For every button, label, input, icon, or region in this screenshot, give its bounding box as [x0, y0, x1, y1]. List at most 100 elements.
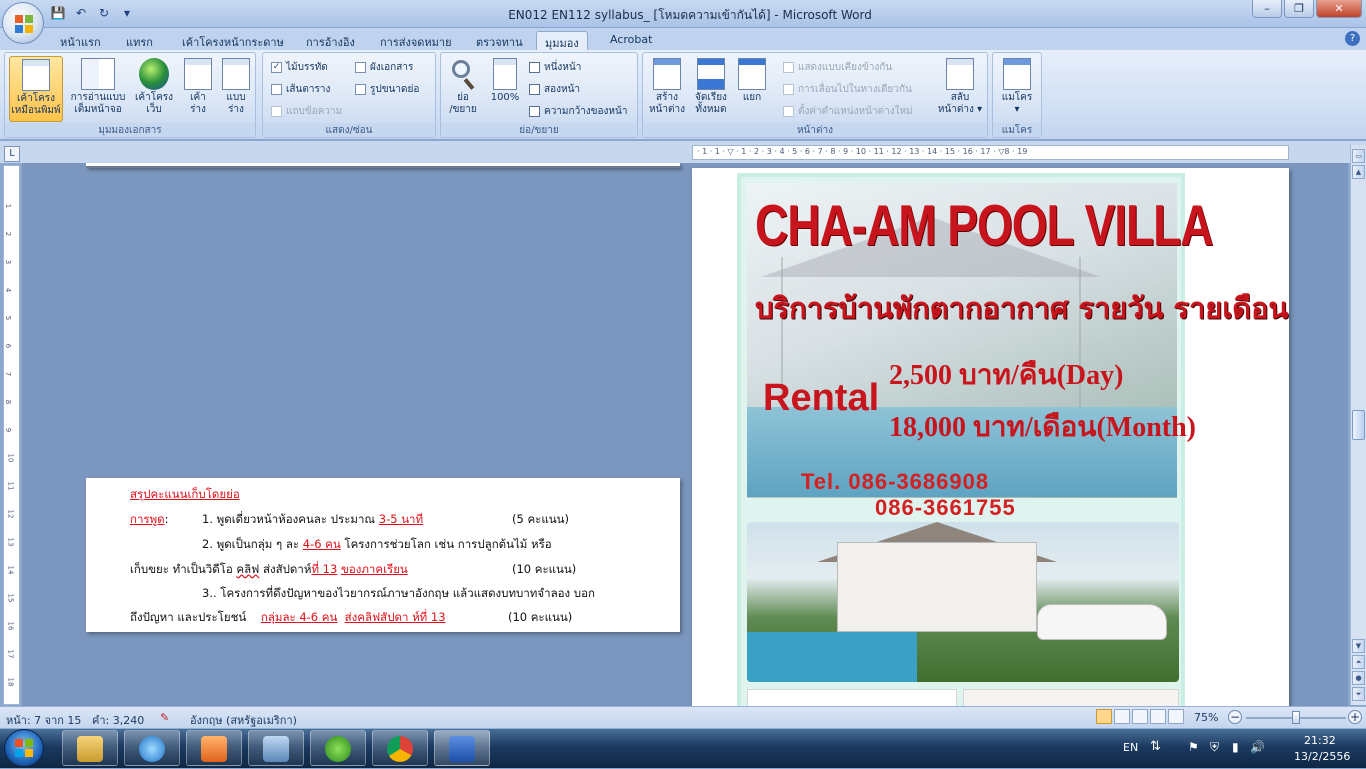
scroll-up-button[interactable]: ▲ — [1352, 165, 1365, 179]
red-text: ที่ 13 — [311, 562, 338, 576]
taskbar-utorrent[interactable] — [310, 730, 366, 766]
full-screen-reading-button[interactable]: การอ่านแบบ เต็มหน้าจอ — [67, 56, 129, 122]
minimize-button[interactable]: – — [1252, 0, 1282, 18]
outline-icon — [184, 58, 212, 90]
taskbar-chrome[interactable] — [372, 730, 428, 766]
message-bar-checkbox[interactable]: แถบข้อความ — [271, 103, 342, 119]
line-text: 2. พูดเป็นกลุ่ม ๆ ละ — [202, 537, 300, 551]
draft-icon[interactable] — [1168, 709, 1184, 724]
tab-insert[interactable]: แทรก — [118, 31, 161, 50]
undo-icon[interactable]: ↶ — [71, 4, 91, 22]
document-page-left[interactable]: สรุปคะแนนเก็บโดยย่อ การพูด: 1. พูดเดี่ยว… — [86, 478, 680, 632]
tab-view[interactable]: มุมมอง — [536, 31, 588, 50]
help-icon[interactable]: ? — [1345, 31, 1360, 46]
zoom-level[interactable]: 75% — [1194, 711, 1218, 724]
close-button[interactable]: ✕ — [1316, 0, 1362, 18]
horizontal-ruler[interactable]: · 1 · 1 · ▽ · 1 · 2 · 3 · 4 · 5 · 6 · 7 … — [692, 145, 1289, 160]
zoom-slider-thumb[interactable] — [1292, 711, 1300, 724]
antivirus-icon[interactable]: ⛨ — [1210, 740, 1219, 755]
zoom-in-button[interactable]: + — [1348, 710, 1362, 724]
line-3: เก็บขยะ ทำเป็นวิดีโอ คลิฟ ส่งสัปดาห์ที่ … — [130, 561, 408, 579]
switch-windows-button[interactable]: สลับ หน้าต่าง ▾ — [935, 56, 985, 122]
print-layout-button[interactable]: เค้าโครง เหมือนพิมพ์ — [9, 56, 63, 122]
network-icon[interactable]: ▮ — [1232, 740, 1239, 754]
document-map-checkbox[interactable]: ผังเอกสาร — [355, 59, 413, 75]
ruler-tick-label: 1 — [4, 203, 13, 209]
tab-acrobat[interactable]: Acrobat — [602, 31, 660, 50]
gridlines-checkbox[interactable]: เส้นตาราง — [271, 81, 330, 97]
flag-icon[interactable]: ⚑ — [1188, 740, 1199, 754]
two-pages-button[interactable]: สองหน้า — [529, 81, 580, 97]
scroll-down-button[interactable]: ▼ — [1352, 639, 1365, 653]
windows-logo-icon — [15, 739, 33, 757]
keyboard-icon[interactable]: ⇅ — [1150, 739, 1161, 754]
scrollbar-thumb[interactable] — [1352, 410, 1365, 440]
view-side-by-side-button[interactable]: แสดงแบบเคียงข้างกัน — [783, 59, 892, 75]
volume-icon[interactable]: 🔊 — [1250, 740, 1265, 754]
taskbar-media-player[interactable] — [186, 730, 242, 766]
zoom-button[interactable]: ย่อ /ขยาย — [443, 56, 483, 122]
vertical-ruler[interactable]: 1 2 3 4 5 6 7 8 9 10 11 12 13 14 15 16 17 18 — [3, 165, 20, 705]
draft-icon — [222, 58, 250, 90]
language-indicator[interactable]: EN — [1123, 741, 1138, 754]
btn-label: เค้าโครง — [16, 93, 56, 104]
tab-home[interactable]: หน้าแรก — [52, 31, 109, 50]
proofing-icon[interactable]: ✎ — [160, 711, 169, 724]
previous-page-button[interactable]: ⏶ — [1352, 655, 1365, 669]
tab-page-layout[interactable]: เค้าโครงหน้ากระดาษ — [174, 31, 292, 50]
switch-windows-icon — [946, 58, 974, 90]
select-browse-object-button[interactable]: ● — [1352, 671, 1365, 685]
tab-references[interactable]: การอ้างอิง — [298, 31, 363, 50]
next-page-button[interactable]: ⏷ — [1352, 687, 1365, 701]
vertical-scrollbar[interactable]: ▭ ▲ ▼ ⏶ ● ⏷ — [1350, 145, 1366, 705]
split-icon — [738, 58, 766, 90]
print-layout-icon[interactable] — [1096, 709, 1112, 724]
ruler-tick-label: 18 — [6, 677, 15, 687]
macros-button[interactable]: แมโคร ▾ — [995, 56, 1039, 122]
full-screen-reading-icon[interactable] — [1114, 709, 1130, 724]
thumbnails-checkbox[interactable]: รูปขนาดย่อ — [355, 81, 419, 97]
tab-mailings[interactable]: การส่งจดหมาย — [372, 31, 460, 50]
start-button[interactable] — [4, 729, 44, 767]
taskbar-explorer[interactable] — [62, 730, 118, 766]
taskbar-word[interactable] — [434, 730, 490, 766]
clock-time[interactable]: 21:32 — [1304, 734, 1336, 747]
window-title: EN012 EN112 syllabus_ [โหมดความเข้ากันได… — [508, 8, 872, 22]
group-label: ย่อ/ขยาย — [441, 123, 637, 137]
restore-button[interactable]: ❐ — [1284, 0, 1314, 18]
tab-review[interactable]: ตรวจทาน — [468, 31, 531, 50]
speaking-label: การพูด — [130, 512, 165, 526]
clock-date[interactable]: 13/2/2556 — [1294, 750, 1350, 763]
zoom-100-button[interactable]: 100% — [485, 56, 525, 122]
tab-selector-button[interactable]: L — [4, 146, 20, 162]
sync-scroll-button[interactable]: การเลื่อนไปในทางเดียวกัน — [783, 81, 912, 97]
outline-button[interactable]: เค้า ร่าง — [179, 56, 217, 122]
web-layout-icon[interactable] — [1132, 709, 1148, 724]
outline-icon[interactable] — [1150, 709, 1166, 724]
customize-qat-icon[interactable]: ▾ — [117, 4, 137, 22]
split-button[interactable]: แยก — [735, 56, 769, 122]
taskbar-ie[interactable] — [124, 730, 180, 766]
reset-window-position-button[interactable]: ตั้งค่าตำแหน่งหน้าต่างใหม่ — [783, 103, 913, 119]
taskbar-app[interactable] — [248, 730, 304, 766]
save-icon[interactable]: 💾 — [48, 4, 68, 22]
app-icon — [263, 736, 289, 762]
view-ruler-icon[interactable]: ▭ — [1352, 149, 1365, 163]
document-page-right[interactable]: CHA-AM POOL VILLA บริการบ้านพักตากอากาศ … — [692, 168, 1289, 708]
web-layout-button[interactable]: เค้าโครง เว็บ — [129, 56, 179, 122]
view-shortcuts — [1096, 709, 1184, 724]
office-button[interactable] — [2, 2, 44, 44]
print-layout-icon — [22, 59, 50, 91]
language[interactable]: อังกฤษ (สหรัฐอเมริกา) — [190, 711, 297, 729]
one-page-button[interactable]: หนึ่งหน้า — [529, 59, 581, 75]
new-window-button[interactable]: สร้าง หน้าต่าง — [645, 56, 689, 122]
page-count[interactable]: หน้า: 7 จาก 15 — [6, 711, 81, 729]
zoom-out-button[interactable]: − — [1228, 710, 1242, 724]
draft-button[interactable]: แบบ ร่าง — [217, 56, 255, 122]
word-icon — [449, 736, 475, 762]
arrange-all-button[interactable]: จัดเรียง ทั้งหมด — [689, 56, 733, 122]
redo-icon[interactable]: ↻ — [94, 4, 114, 22]
page-width-button[interactable]: ความกว้างของหน้า — [529, 103, 627, 119]
ruler-checkbox[interactable]: ✓ ไม้บรรทัด — [271, 59, 328, 75]
word-count[interactable]: คำ: 3,240 — [92, 711, 144, 729]
